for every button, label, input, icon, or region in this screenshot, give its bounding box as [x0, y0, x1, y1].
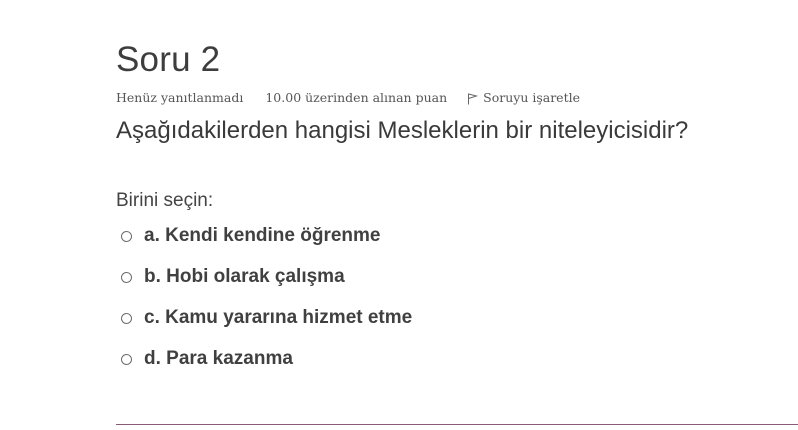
- radio-button-a[interactable]: [121, 230, 132, 242]
- question-grade: 10.00 üzerinden alınan puan: [265, 90, 448, 105]
- answer-label-a[interactable]: a. Kendi kendine öğrenme: [144, 224, 381, 248]
- question-text: Aşağıdakilerden hangisi Mesleklerin bir …: [116, 117, 689, 144]
- answer-option-a[interactable]: a. Kendi kendine öğrenme: [121, 224, 412, 248]
- question-status: Henüz yanıtlanmadı: [116, 90, 244, 105]
- answer-label-d[interactable]: d. Para kazanma: [144, 347, 293, 371]
- radio-button-b[interactable]: [121, 271, 132, 283]
- radio-button-d[interactable]: [121, 353, 132, 365]
- answer-option-d[interactable]: d. Para kazanma: [121, 347, 412, 371]
- radio-button-c[interactable]: [121, 312, 132, 324]
- question-info: Henüz yanıtlanmadı 10.00 üzerinden alına…: [116, 90, 580, 105]
- answer-option-b[interactable]: b. Hobi olarak çalışma: [121, 265, 412, 289]
- section-divider: [116, 424, 798, 425]
- answer-label-c[interactable]: c. Kamu yararına hizmet etme: [144, 306, 412, 330]
- answer-list: a. Kendi kendine öğrenme b. Hobi olarak …: [121, 224, 412, 388]
- question-title: Soru 2: [116, 40, 221, 79]
- answer-option-c[interactable]: c. Kamu yararına hizmet etme: [121, 306, 412, 330]
- flag-question-label: Soruyu işaretle: [483, 90, 580, 105]
- flag-icon: [467, 93, 479, 105]
- answer-prompt: Birini seçin:: [116, 190, 214, 211]
- question-header: Soru 2: [116, 38, 220, 82]
- answer-label-b[interactable]: b. Hobi olarak çalışma: [144, 265, 345, 289]
- flag-question-link[interactable]: Soruyu işaretle: [467, 90, 580, 105]
